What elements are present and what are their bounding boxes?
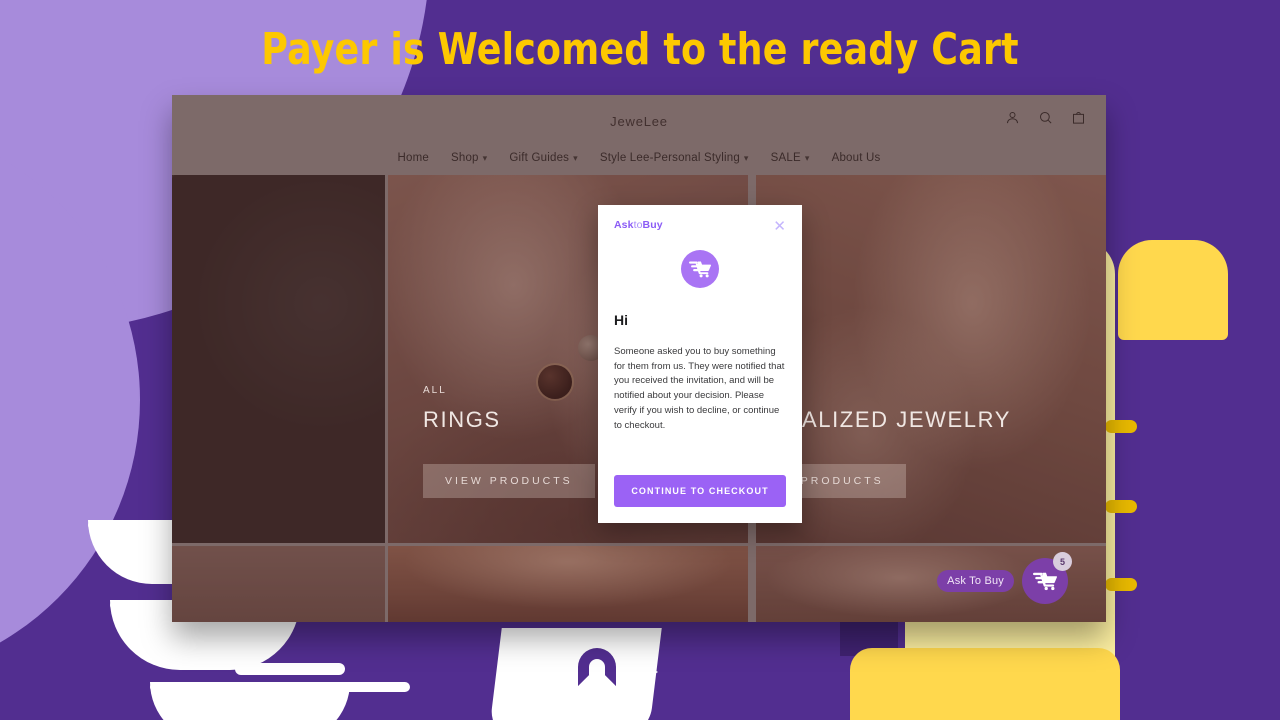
- continue-to-checkout-button[interactable]: CONTINUE TO CHECKOUT: [614, 475, 786, 507]
- yellow-pill-1: [1105, 420, 1137, 433]
- white-wing-bar-3: [150, 682, 410, 692]
- search-icon[interactable]: [1038, 110, 1053, 125]
- tile-gutter: [751, 546, 753, 622]
- nav-item-style-lee[interactable]: Style Lee-Personal Styling ▾: [600, 152, 749, 164]
- yellow-pill-3: [1105, 578, 1137, 591]
- white-wing-stem: [235, 663, 345, 675]
- logo-to: to: [633, 219, 643, 231]
- tile-eyebrow: ALL: [423, 385, 447, 396]
- tile-overlay: [172, 175, 385, 543]
- ask-to-buy-modal: AsktoBuy ✕ Hi Someone asked you to buy s…: [598, 205, 802, 523]
- cart-count-badge: 5: [1053, 552, 1072, 571]
- nav-item-home[interactable]: Home: [398, 152, 429, 164]
- nav-item-gift-guides[interactable]: Gift Guides ▾: [509, 152, 577, 164]
- nav-label: Style Lee-Personal Styling: [599, 152, 740, 164]
- category-tile-bottom-1[interactable]: [172, 546, 385, 622]
- nav-label: About Us: [831, 152, 881, 164]
- logo-buy: Buy: [642, 219, 663, 231]
- site-header: JeweLee Home Shop ▾ Gift Guides ▾ Style …: [172, 95, 1106, 175]
- nav-item-sale[interactable]: SALE ▾: [771, 152, 810, 164]
- ask-to-buy-widget[interactable]: Ask To Buy 5: [937, 552, 1072, 604]
- chevron-down-icon: ▾: [743, 152, 749, 163]
- modal-greeting: Hi: [614, 312, 628, 328]
- category-tile-sketch[interactable]: TS: [172, 175, 385, 543]
- site-navigation: Home Shop ▾ Gift Guides ▾ Style Lee-Pers…: [172, 152, 1106, 164]
- ask-to-buy-label[interactable]: Ask To Buy: [937, 570, 1014, 592]
- nav-item-about-us[interactable]: About Us: [832, 152, 881, 164]
- yellow-pill-2: [1105, 500, 1137, 513]
- chevron-down-icon: ▾: [804, 152, 810, 163]
- asktobuy-logo: AsktoBuy: [614, 219, 663, 231]
- speed-cart-icon: [689, 261, 711, 278]
- header-icon-group: [1005, 110, 1086, 125]
- account-icon[interactable]: [1005, 110, 1020, 125]
- chevron-down-icon: ▾: [482, 152, 488, 163]
- chevron-down-icon: ▾: [573, 152, 578, 163]
- nav-label: Home: [397, 152, 429, 164]
- site-brand-logo[interactable]: JeweLee: [172, 114, 1106, 129]
- category-tile-personalized[interactable]: D YOUR RSONALIZED JEWELRY VIEW PRODUCTS: [756, 175, 1106, 543]
- close-icon[interactable]: ✕: [773, 219, 786, 234]
- nav-label: SALE: [770, 152, 801, 164]
- modal-body-text: Someone asked you to buy something for t…: [614, 346, 785, 431]
- bag-icon[interactable]: [1071, 110, 1086, 125]
- view-products-button[interactable]: VIEW PRODUCTS: [423, 464, 595, 498]
- page-headline: Payer is Welcomed to the ready Cart: [261, 24, 1019, 75]
- tile-overlay: [172, 546, 385, 622]
- category-tile-bottom-2[interactable]: [388, 546, 748, 622]
- nav-label: Gift Guides: [509, 152, 570, 164]
- yellow-block-bottom: [850, 648, 1120, 720]
- speed-cart-icon: [1033, 572, 1057, 591]
- yellow-bar-top: [1118, 240, 1228, 340]
- tile-overlay: [388, 546, 748, 622]
- modal-cart-icon-circle: [681, 250, 719, 288]
- logo-ask: Ask: [614, 219, 634, 231]
- purple-arc-cutout: [578, 648, 616, 686]
- nav-item-shop[interactable]: Shop ▾: [451, 152, 487, 164]
- ask-to-buy-cart-button[interactable]: 5: [1022, 552, 1072, 604]
- tile-title: RINGS: [423, 407, 501, 432]
- modal-header: AsktoBuy ✕: [614, 219, 786, 234]
- nav-label: Shop: [451, 152, 479, 164]
